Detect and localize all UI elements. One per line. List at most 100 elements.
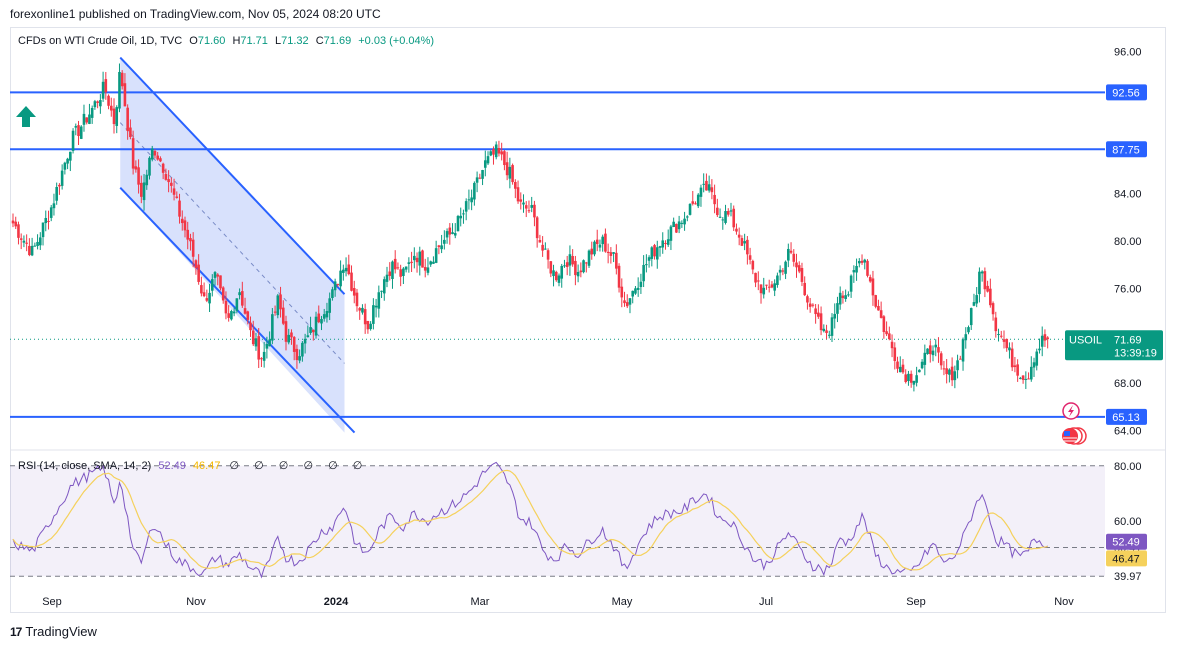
candle-body [844,295,847,299]
candle-body [945,368,948,375]
candle-body [301,342,304,357]
tradingview-footer[interactable]: 17 TradingView [10,624,97,639]
candle-body [434,248,438,263]
candle-body [688,203,692,215]
candle-body [432,261,435,264]
rsi-legend[interactable]: RSI (14, close, SMA, 14, 2) 52.49 46.47 … [18,459,368,472]
candle-body [167,179,170,183]
candle-body [101,81,105,99]
open-value: 71.60 [197,35,226,47]
candle-body [724,211,727,223]
candle-body [443,239,446,244]
price-tick-label: 68.00 [1114,378,1142,390]
candle-body [279,294,282,310]
candle-body [249,322,252,331]
candle-body [959,358,962,360]
candle-body [713,194,716,205]
rsi-value-tag-label: 52.49 [1112,537,1140,549]
candle-body [533,204,536,218]
candle-body [503,151,506,166]
candle-body [888,333,891,340]
candle-body [778,269,782,273]
candle-body [735,228,738,232]
candle-body [175,196,179,198]
candle-body [486,156,490,164]
candle-body [273,311,277,313]
candle-body [309,327,312,333]
candle-body [1040,335,1044,347]
candle-body [69,151,72,161]
candle-body [904,374,908,382]
us-flag-event-icon[interactable] [1062,427,1087,445]
candle-body [137,167,140,185]
candle-body [161,163,165,173]
candle-body [666,239,670,245]
rsi-tick-label: 60.00 [1114,516,1142,528]
candle-body [877,305,880,311]
candle-body [541,244,544,251]
time-tick-label: May [612,596,633,608]
candle-body [549,261,553,274]
candle-body [535,217,539,239]
candle-body [909,373,913,383]
candle-body [36,241,39,246]
candle-body [576,271,580,277]
candle-body [464,201,468,212]
candle-body [55,186,58,201]
candle-body [1046,337,1049,340]
up-arrow-icon [16,106,36,127]
candle-body [792,253,796,262]
candle-body [377,292,381,309]
candle-body [1013,365,1017,368]
candle-body [374,305,378,308]
level-price-tag-label: 65.13 [1112,412,1140,424]
candle-body [571,256,574,265]
candle-body [808,303,812,307]
candle-body [238,292,241,296]
candle-body [975,295,978,304]
chart-canvas[interactable]: 96.0084.0080.0076.0072.0068.0064.0080.00… [0,0,1177,650]
candle-body [986,285,989,292]
candle-body [314,316,318,336]
symbol-legend[interactable]: CFDs on WTI Crude Oil, 1D, TVC O71.60 H7… [18,35,434,47]
time-tick-label: Jul [759,596,773,608]
candle-body [923,352,927,365]
candle-body [847,294,850,296]
candle-body [494,144,498,158]
candle-body [243,308,247,314]
rsi-pane [10,461,1105,579]
candle-body [620,286,624,298]
lightning-event-icon[interactable] [1062,402,1080,420]
candle-body [557,275,561,283]
candle-body [530,205,533,208]
candle-body [770,284,774,288]
candle-body [90,107,94,118]
candle-body [1043,334,1047,341]
candle-body [560,265,564,279]
candle-body [991,303,995,315]
candle-body [563,265,566,267]
candle-body [500,151,503,155]
candle-body [481,170,484,179]
candle-body [601,236,604,245]
candle-body [333,281,337,291]
candle-body [983,271,987,290]
candle-body [699,187,703,197]
candle-body [789,250,793,253]
candle-body [96,101,99,103]
candle-body [505,162,509,176]
candle-body [473,182,476,200]
candle-body [710,187,714,193]
candle-body [350,272,353,291]
candle-body [732,208,736,228]
candle-body [631,290,635,297]
candle-body [251,330,255,345]
candle-body [898,366,902,373]
candle-body [11,220,15,224]
symbol-name: CFDs on WTI Crude Oil, 1D, TVC [18,35,183,47]
candle-body [483,160,487,168]
candle-body [636,287,640,290]
candle-body [544,248,547,250]
candle-body [451,232,454,234]
candle-body [664,243,667,245]
